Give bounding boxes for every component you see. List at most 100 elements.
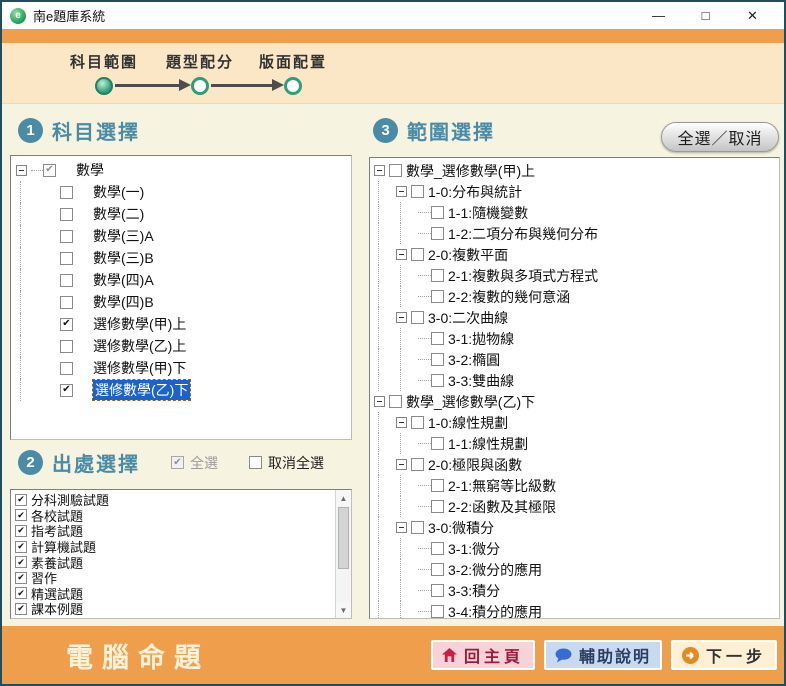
tree-checkbox[interactable] [60,384,73,397]
tree-checkbox[interactable] [60,252,73,265]
tree-row[interactable]: 數學(四)A [11,269,351,291]
select-all-option[interactable]: 全選 [171,453,218,473]
scrollbar[interactable] [335,490,351,618]
tree-row[interactable]: 3-4:積分的應用 [370,601,779,619]
expand-toggle-icon[interactable] [374,165,385,176]
tree-checkbox[interactable] [431,584,444,597]
tree-checkbox[interactable] [60,362,73,375]
expand-toggle-icon[interactable] [396,522,407,533]
expand-toggle-icon[interactable] [396,312,407,323]
select-all-checkbox[interactable] [171,456,184,469]
tree-checkbox[interactable] [431,269,444,282]
tree-checkbox[interactable] [431,374,444,387]
scroll-up-button[interactable] [336,490,351,506]
list-item-checkbox[interactable] [15,494,27,506]
tree-row[interactable]: 1-1:隨機變數 [370,202,779,223]
tree-row[interactable]: 2-0:極限與函數 [370,454,779,475]
maximize-button[interactable]: □ [682,2,729,29]
tree-row[interactable]: 1-1:線性規劃 [370,433,779,454]
expand-toggle-icon[interactable] [396,459,407,470]
tree-row[interactable]: 3-1:微分 [370,538,779,559]
tree-row[interactable]: 3-1:拋物線 [370,328,779,349]
list-item-checkbox[interactable] [15,556,27,568]
tree-checkbox[interactable] [389,164,402,177]
list-item[interactable]: 課本例題 [11,601,351,617]
tree-row[interactable]: 選修數學(甲)上 [11,313,351,335]
tree-row[interactable]: 數學(三)A [11,225,351,247]
tree-row[interactable]: 數學(二) [11,203,351,225]
list-item-checkbox[interactable] [15,541,27,553]
tree-checkbox[interactable] [431,290,444,303]
tree-checkbox[interactable] [431,353,444,366]
tree-row[interactable]: 2-1:無窮等比級數 [370,475,779,496]
tree-row[interactable]: 數學_選修數學(甲)上 [370,160,779,181]
close-button[interactable]: ✕ [729,2,776,29]
tree-row[interactable]: 2-2:複數的幾何意涵 [370,286,779,307]
tree-row[interactable]: 1-0:分布與統計 [370,181,779,202]
tree-checkbox[interactable] [431,227,444,240]
tree-checkbox[interactable] [431,500,444,513]
tree-row[interactable]: 3-0:二次曲線 [370,307,779,328]
tree-row[interactable]: 數學 [11,159,351,181]
tree-row[interactable]: 3-0:微積分 [370,517,779,538]
tree-row[interactable]: 2-2:函數及其極限 [370,496,779,517]
tree-checkbox[interactable] [411,416,424,429]
tree-checkbox[interactable] [411,311,424,324]
tree-checkbox[interactable] [431,542,444,555]
tree-row[interactable]: 選修數學(甲)下 [11,357,351,379]
list-item-checkbox[interactable] [15,572,27,584]
list-item[interactable]: 素養試題 [11,554,351,570]
deselect-all-option[interactable]: 取消全選 [249,453,324,473]
tree-row[interactable]: 1-0:線性規劃 [370,412,779,433]
list-item-checkbox[interactable] [15,603,27,615]
tree-row[interactable]: 數學(一) [11,181,351,203]
tree-checkbox[interactable] [60,296,73,309]
tree-row[interactable]: 2-0:複數平面 [370,244,779,265]
deselect-all-checkbox[interactable] [249,456,262,469]
tree-row[interactable]: 2-1:複數與多項式方程式 [370,265,779,286]
tree-checkbox[interactable] [431,332,444,345]
tree-row[interactable]: 3-3:積分 [370,580,779,601]
help-button[interactable]: 輔助說明 [544,640,662,670]
select-toggle-button[interactable]: 全選／取消 [661,122,779,152]
tree-checkbox[interactable] [411,458,424,471]
list-item-checkbox[interactable] [15,587,27,599]
tree-checkbox[interactable] [411,248,424,261]
tree-row[interactable]: 選修數學(乙)上 [11,335,351,357]
minimize-button[interactable]: — [635,2,682,29]
tree-checkbox[interactable] [60,230,73,243]
tree-row[interactable]: 3-2:橢圓 [370,349,779,370]
tree-checkbox[interactable] [411,185,424,198]
tree-row[interactable]: 數學(四)B [11,291,351,313]
expand-toggle-icon[interactable] [396,186,407,197]
list-item-checkbox[interactable] [15,525,27,537]
tree-checkbox[interactable] [431,206,444,219]
tree-row[interactable]: 3-2:微分的應用 [370,559,779,580]
tree-row[interactable]: 3-3:雙曲線 [370,370,779,391]
tree-checkbox[interactable] [431,437,444,450]
tree-checkbox[interactable] [431,605,444,618]
scroll-down-button[interactable] [336,602,351,618]
tree-checkbox[interactable] [60,186,73,199]
tree-row[interactable]: 數學_選修數學(乙)下 [370,391,779,412]
tree-checkbox[interactable] [60,340,73,353]
scrollbar-thumb[interactable] [338,507,349,569]
expand-toggle-icon[interactable] [16,165,27,176]
expand-toggle-icon[interactable] [374,396,385,407]
tree-checkbox[interactable] [60,318,73,331]
expand-toggle-icon[interactable] [396,249,407,260]
tree-checkbox[interactable] [411,521,424,534]
next-step-button[interactable]: 下一步 [671,640,777,670]
tree-row[interactable]: 選修數學(乙)下 [11,379,351,401]
expand-toggle-icon[interactable] [396,417,407,428]
tree-checkbox[interactable] [60,274,73,287]
list-item-checkbox[interactable] [15,509,27,521]
tree-checkbox[interactable] [431,479,444,492]
tree-checkbox[interactable] [43,164,56,177]
tree-row[interactable]: 1-2:二項分布與幾何分布 [370,223,779,244]
tree-row[interactable]: 數學(三)B [11,247,351,269]
home-button[interactable]: 回主頁 [431,640,535,670]
tree-checkbox[interactable] [389,395,402,408]
tree-checkbox[interactable] [60,208,73,221]
tree-checkbox[interactable] [431,563,444,576]
